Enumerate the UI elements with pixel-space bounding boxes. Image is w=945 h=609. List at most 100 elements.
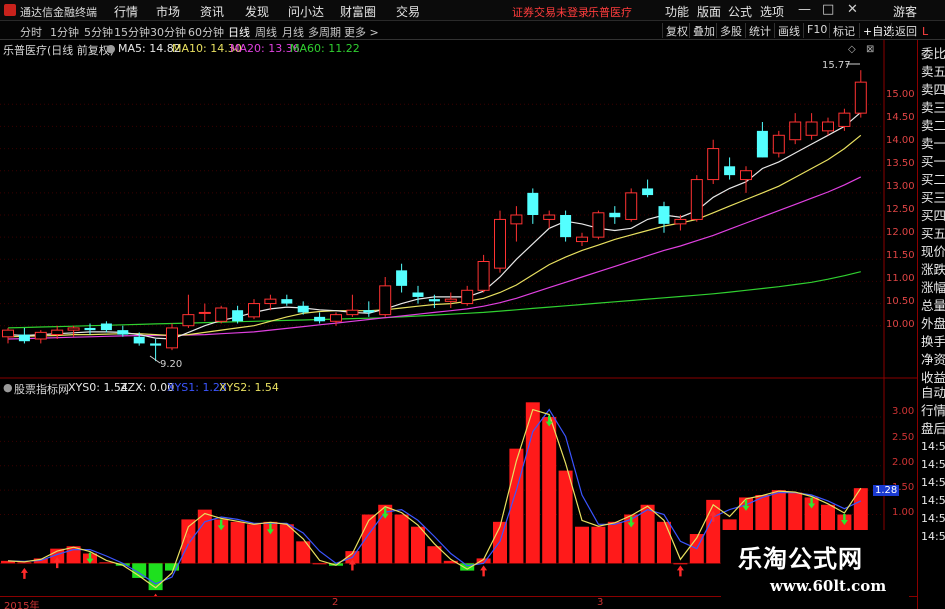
function-button[interactable]: 功能	[665, 3, 689, 20]
menu-discover[interactable]: 发现	[245, 3, 269, 20]
candle	[494, 210, 506, 273]
candle	[346, 294, 359, 317]
watermark-title: 乐淘公式网	[738, 545, 863, 573]
candle-body	[248, 303, 260, 318]
formula-button[interactable]: 公式	[728, 3, 752, 20]
f10-button[interactable]: F10	[803, 23, 830, 38]
candle-body	[658, 206, 670, 224]
candle	[724, 157, 736, 180]
candle-body	[314, 316, 326, 322]
candle	[592, 210, 605, 240]
panel-item: 买二	[921, 172, 945, 187]
candle	[543, 210, 556, 229]
candle	[560, 210, 572, 242]
candle-body	[609, 212, 621, 218]
close-icon[interactable]: ✕	[847, 2, 858, 17]
indicator-bar	[279, 524, 294, 564]
panel-auto[interactable]: 自动	[921, 385, 945, 401]
period-weekly[interactable]: 周线	[255, 24, 277, 40]
menu-news[interactable]: 资讯	[200, 3, 224, 20]
menu-market[interactable]: 市场	[156, 3, 180, 20]
mark-button[interactable]: 标记	[829, 23, 858, 38]
panel-quotes[interactable]: 行情	[921, 403, 945, 419]
candle	[396, 263, 408, 293]
candle	[690, 175, 703, 222]
overlay-button[interactable]: 叠加	[689, 23, 718, 38]
menu-trade[interactable]: 交易	[396, 3, 420, 20]
panel-item: 总量	[921, 298, 945, 313]
candle-body	[560, 215, 572, 238]
candle	[805, 113, 818, 140]
panel-item: 收益	[921, 370, 945, 385]
period-tick[interactable]: 分时	[20, 24, 42, 40]
low-price-annotation: 9.20	[160, 359, 182, 370]
indicator-bar	[657, 521, 671, 564]
xys2-label: XYS2: 1.54	[219, 381, 279, 394]
indicator-tick: 3.00	[892, 406, 915, 417]
period-toolbar: 分时 1分钟 5分钟 15分钟 30分钟 60分钟 日线 周线 月线 多周期 更…	[0, 21, 945, 40]
candle-body	[379, 285, 392, 316]
chart-diamond-icon[interactable]: ◇	[848, 44, 856, 55]
period-60min[interactable]: 60分钟	[188, 24, 224, 40]
indicator-bar	[640, 504, 655, 564]
candle-body	[494, 218, 506, 269]
candle	[314, 312, 326, 324]
panel-item: 卖四	[921, 82, 945, 97]
menu-wealth[interactable]: 财富圈	[340, 3, 376, 20]
candle	[379, 277, 392, 317]
indicator-bar	[361, 514, 376, 564]
period-15min[interactable]: 15分钟	[114, 24, 150, 40]
period-daily[interactable]: 日线	[228, 24, 250, 40]
panel-item: 买三	[921, 190, 945, 205]
candle	[248, 299, 260, 320]
candle	[576, 232, 588, 246]
adjust-button[interactable]: 复权	[662, 23, 691, 38]
indicator-settings-icon[interactable]: ●	[3, 381, 13, 394]
indicator-bar	[394, 514, 409, 564]
chart-close-icon[interactable]: ⊠	[866, 44, 874, 55]
indicator-bar	[542, 416, 557, 564]
xys0-label: XYS0: 1.54	[68, 381, 128, 394]
buy-arrow-icon	[480, 565, 488, 577]
multi-stock-button[interactable]: 多股	[716, 23, 745, 38]
candle-body	[756, 130, 768, 158]
indicator-bar	[607, 521, 622, 564]
minimize-icon[interactable]: —	[798, 2, 811, 17]
period-30min[interactable]: 30分钟	[150, 24, 186, 40]
indicator-bar	[247, 524, 261, 564]
candle-body	[264, 298, 277, 305]
panel-item: 买一	[921, 154, 945, 169]
maximize-icon[interactable]: □	[822, 2, 834, 17]
candle	[281, 294, 293, 306]
candle-body	[182, 314, 195, 327]
panel-time: 14:50	[921, 530, 945, 543]
kline-chart[interactable]: 9.20 15.77 ◇ ⊠	[0, 40, 917, 596]
menu-market-quotes[interactable]: 行情	[114, 3, 138, 20]
menu-ask[interactable]: 问小达	[288, 3, 324, 20]
candle-body	[576, 236, 588, 243]
panel-item: 买四	[921, 208, 945, 223]
period-multi[interactable]: 多周期	[308, 24, 341, 40]
watermark-url: www.60lt.com	[770, 577, 887, 595]
candle-body	[346, 309, 359, 316]
xys1-label: XYS1: 1.28	[167, 381, 227, 394]
period-5min[interactable]: 5分钟	[84, 24, 113, 40]
panel-item: 现价	[921, 244, 945, 259]
candle-body	[477, 261, 490, 291]
candlestick-series	[2, 70, 867, 362]
draw-line-button[interactable]: 画线	[774, 23, 803, 38]
period-monthly[interactable]: 月线	[282, 24, 304, 40]
period-1min[interactable]: 1分钟	[50, 24, 79, 40]
stats-button[interactable]: 统计	[745, 23, 774, 38]
panel-afterhours[interactable]: 盘后	[921, 421, 945, 437]
panel-item: 涨跌	[921, 262, 945, 277]
login-alert[interactable]: 证券交易未登录	[512, 4, 589, 20]
back-button[interactable]: 返回	[891, 23, 920, 38]
layout-button[interactable]: 版面	[697, 3, 721, 20]
candle	[412, 285, 424, 304]
candle	[100, 321, 112, 333]
options-button[interactable]: 选项	[760, 3, 784, 20]
guest-label[interactable]: 游客	[893, 3, 917, 20]
period-more[interactable]: 更多 >	[344, 24, 379, 40]
candle	[2, 327, 14, 344]
